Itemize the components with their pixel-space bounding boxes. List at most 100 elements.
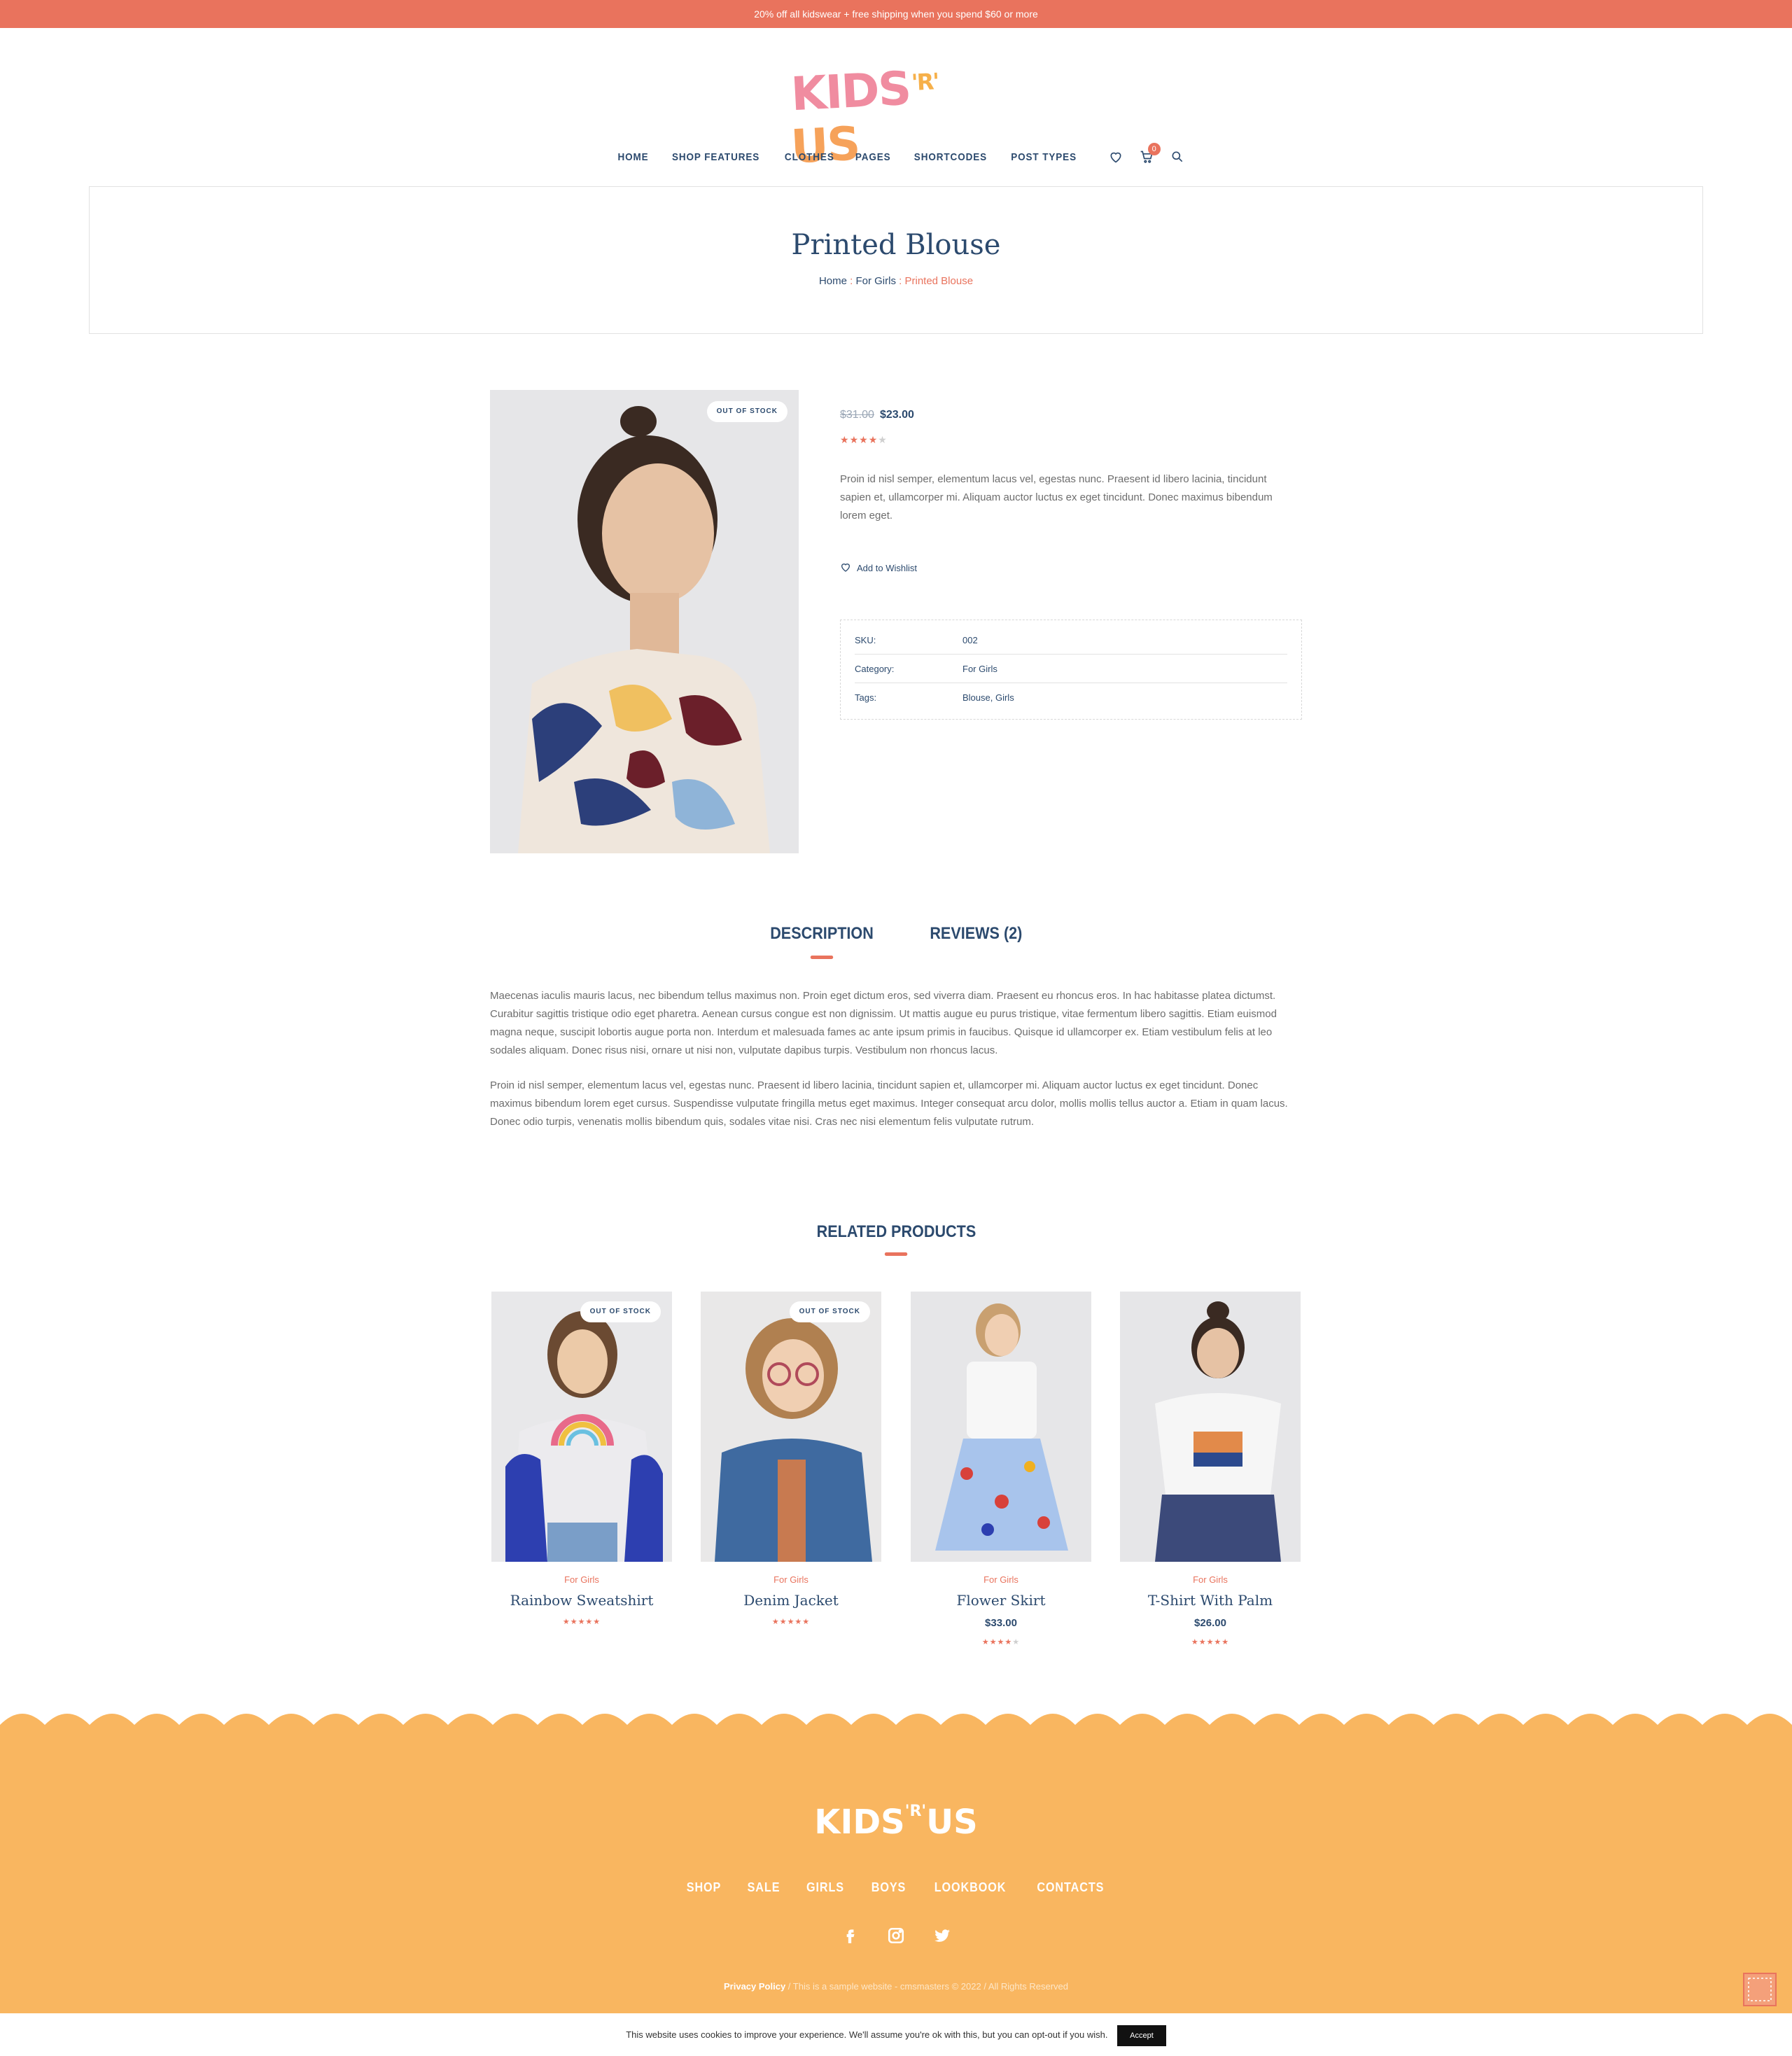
wishlist-heart-icon[interactable] — [1109, 150, 1123, 164]
privacy-policy-link[interactable]: Privacy Policy — [724, 1981, 785, 1992]
page-title-box: Printed Blouse Home : For Girls : Printe… — [89, 186, 1703, 334]
tab-reviews[interactable]: REVIEWS (2) — [930, 924, 1022, 944]
footer-nav-contacts[interactable]: CONTACTS — [1037, 1880, 1104, 1895]
product-card-category[interactable]: For Girls — [911, 1574, 1091, 1585]
nav-item-clothes[interactable]: CLOTHES — [784, 151, 834, 163]
star-icon: ★★★★★ — [562, 1618, 601, 1626]
description-panel: Maecenas iaculis mauris lacus, nec biben… — [490, 987, 1302, 1148]
product-card-rating: ★★★★★ — [911, 1637, 1091, 1646]
nav-item-home[interactable]: HOME — [618, 151, 649, 163]
star-empty-icon: ★ — [1012, 1638, 1021, 1646]
site-logo[interactable]: KIDS'R' US — [790, 61, 1001, 174]
star-empty-icon: ★ — [878, 434, 888, 445]
nav-item-shortcodes[interactable]: SHORTCODES — [913, 151, 986, 163]
cookie-notice: This website uses cookies to improve you… — [0, 2013, 1792, 2056]
footer-nav-girls[interactable]: GIRLS — [806, 1880, 844, 1895]
meta-key: SKU: — [855, 634, 876, 645]
product-meta-table: SKU: 002 Category: For Girls Tags: Blous… — [840, 620, 1302, 720]
site-footer: KIDS'R'US SHOP SALE GIRLS BOYS LOOKBOOK … — [0, 1708, 1792, 2056]
footer-nav-boys[interactable]: BOYS — [872, 1880, 906, 1895]
product-card-category[interactable]: For Girls — [491, 1574, 672, 1585]
product-short-description: Proin id nisl semper, elementum lacus ve… — [840, 473, 1273, 522]
instagram-icon[interactable] — [887, 1926, 905, 1945]
star-icon: ★ — [849, 434, 860, 445]
current-price: $23.00 — [879, 409, 914, 421]
heading-underline — [884, 1252, 908, 1256]
star-icon: ★ — [859, 434, 869, 445]
description-paragraph: Proin id nisl semper, elementum lacus ve… — [490, 1079, 1288, 1128]
product-card[interactable]: For Girls T-Shirt With Palm $26.00 ★★★★★ — [1120, 1292, 1301, 1646]
breadcrumb-separator: : — [895, 275, 905, 287]
meta-row-tags: Tags: Blouse, Girls — [855, 683, 1287, 712]
breadcrumb-home[interactable]: Home — [819, 275, 847, 287]
product-card-category[interactable]: For Girls — [701, 1574, 881, 1585]
main-nav: HOME SHOP FEATURES CLOTHES PAGES SHORTCO… — [0, 143, 1792, 164]
star-icon: ★★★★★ — [1191, 1638, 1230, 1646]
logo-part-r: 'R' — [911, 68, 939, 96]
twitter-icon[interactable] — [933, 1926, 951, 1945]
meta-key: Category: — [855, 663, 895, 674]
product-card[interactable]: OUT OF STOCK For Girls Denim Jacket ★★★★… — [701, 1292, 881, 1626]
product-card-image[interactable]: OUT OF STOCK — [491, 1292, 672, 1562]
product-card-category[interactable]: For Girls — [1120, 1574, 1301, 1585]
product-price: $31.00 $23.00 — [840, 409, 914, 421]
product-card-name[interactable]: Rainbow Sweatshirt — [491, 1592, 672, 1609]
out-of-stock-badge: OUT OF STOCK — [789, 1301, 870, 1322]
product-tabs: DESCRIPTION REVIEWS (2) — [0, 924, 1792, 959]
wishlist-label: Add to Wishlist — [857, 563, 917, 573]
heart-icon — [840, 561, 851, 575]
product-rating: ★★★★★ — [840, 434, 888, 446]
nav-item-post-types[interactable]: POST TYPES — [1011, 151, 1077, 163]
product-card-image[interactable] — [911, 1292, 1091, 1562]
tab-label: REVIEWS (2) — [930, 924, 1023, 943]
accept-cookies-button[interactable]: Accept — [1117, 2024, 1166, 2046]
related-products-heading: RELATED PRODUCTS — [0, 1222, 1792, 1256]
breadcrumb-current: Printed Blouse — [904, 275, 974, 287]
footer-nav: SHOP SALE GIRLS BOYS LOOKBOOK CONTACTS — [0, 1880, 1792, 1895]
related-title-text: RELATED PRODUCTS — [816, 1222, 976, 1241]
meta-row-sku: SKU: 002 — [855, 626, 1287, 655]
footer-wave-decoration — [0, 1714, 1792, 1729]
footer-nav-sale[interactable]: SALE — [748, 1880, 780, 1895]
breadcrumb-category[interactable]: For Girls — [855, 275, 896, 287]
product-card-rating: ★★★★★ — [1120, 1637, 1301, 1646]
add-to-wishlist-button[interactable]: Add to Wishlist — [840, 561, 917, 575]
logo-part-us: US — [790, 116, 861, 174]
scroll-to-top-button[interactable] — [1743, 1973, 1777, 2006]
tab-description[interactable]: DESCRIPTION — [771, 924, 874, 959]
footer-nav-lookbook[interactable]: LOOKBOOK — [934, 1880, 1007, 1895]
meta-value: 002 — [962, 634, 978, 645]
footer-logo-us: US — [926, 1803, 978, 1842]
nav-item-shop-features[interactable]: SHOP FEATURES — [672, 151, 760, 163]
product-image[interactable]: OUT OF STOCK — [490, 390, 799, 853]
product-card-image[interactable]: OUT OF STOCK — [701, 1292, 881, 1562]
product-card-image[interactable] — [1120, 1292, 1301, 1562]
footer-nav-shop[interactable]: SHOP — [686, 1880, 721, 1895]
product-card-name[interactable]: T-Shirt With Palm — [1120, 1592, 1301, 1609]
breadcrumb-separator: : — [846, 275, 856, 287]
promo-bar: 20% off all kidswear + free shipping whe… — [0, 0, 1792, 28]
product-card[interactable]: For Girls Flower Skirt $33.00 ★★★★★ — [911, 1292, 1091, 1646]
copyright-line: Privacy Policy / This is a sample websit… — [0, 1981, 1792, 1992]
product-card[interactable]: OUT OF STOCK For Girls Rainbow Sweatshir… — [491, 1292, 672, 1626]
product-card-name[interactable]: Denim Jacket — [701, 1592, 881, 1609]
product-card-name[interactable]: Flower Skirt — [911, 1592, 1091, 1609]
page-title: Printed Blouse — [791, 229, 1001, 261]
description-paragraph: Maecenas iaculis mauris lacus, nec biben… — [490, 990, 1277, 1056]
meta-key: Tags: — [855, 692, 877, 703]
product-card-price: $33.00 — [985, 1617, 1017, 1629]
cart-icon[interactable]: 0 — [1140, 143, 1161, 164]
logo-part-kids: KIDS — [790, 61, 911, 122]
cookie-text: This website uses cookies to improve you… — [626, 2029, 1108, 2040]
breadcrumb: Home : For Girls : Printed Blouse — [90, 275, 1702, 287]
facebook-icon[interactable] — [841, 1926, 859, 1945]
meta-value-link[interactable]: For Girls — [962, 664, 997, 674]
arrow-up-icon — [1748, 1978, 1772, 2001]
product-card-price: $26.00 — [1194, 1617, 1226, 1629]
meta-value-link[interactable]: Blouse, Girls — [962, 692, 1014, 703]
search-icon[interactable] — [1170, 150, 1184, 164]
footer-logo[interactable]: KIDS'R'US — [0, 1803, 1792, 1842]
star-icon: ★★★★ — [981, 1638, 1013, 1646]
footer-logo-r: 'R' — [904, 1803, 927, 1820]
nav-item-pages[interactable]: PAGES — [855, 151, 891, 163]
